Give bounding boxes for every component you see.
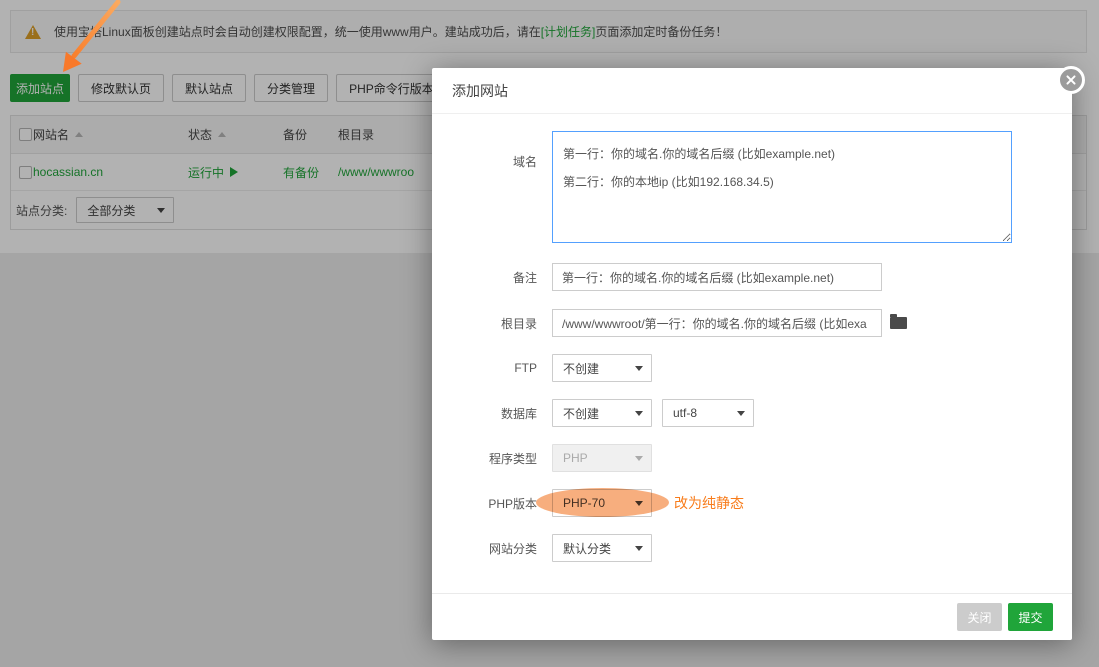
database-row: 数据库 不创建 utf-8 [432, 399, 1072, 427]
dialog-footer: 关闭 提交 [432, 593, 1072, 640]
domain-label: 域名 [432, 131, 537, 170]
program-type-label: 程序类型 [432, 450, 537, 467]
caret-down-icon [635, 546, 643, 551]
charset-select[interactable]: utf-8 [662, 399, 754, 427]
ftp-row: FTP 不创建 [432, 354, 1072, 382]
cancel-button[interactable]: 关闭 [957, 603, 1002, 631]
caret-down-icon [635, 411, 643, 416]
close-icon [1060, 69, 1082, 91]
dialog-body: 域名 第一行：你的域名.你的域名后缀 (比如example.net) 第二行：你… [432, 114, 1072, 562]
note-row: 备注 [432, 263, 1072, 291]
domain-row: 域名 第一行：你的域名.你的域名后缀 (比如example.net) 第二行：你… [432, 131, 1072, 243]
site-category-select[interactable]: 默认分类 [552, 534, 652, 562]
caret-down-icon [635, 456, 643, 461]
add-site-dialog: 添加网站 域名 第一行：你的域名.你的域名后缀 (比如example.net) … [432, 68, 1072, 640]
dialog-title: 添加网站 [452, 81, 508, 101]
caret-down-icon [737, 411, 745, 416]
caret-down-icon [635, 501, 643, 506]
ftp-select[interactable]: 不创建 [552, 354, 652, 382]
root-dir-row: 根目录 [432, 309, 1072, 337]
program-type-row: 程序类型 PHP [432, 444, 1072, 472]
php-version-label: PHP版本 [432, 495, 537, 512]
folder-icon[interactable] [890, 317, 907, 329]
php-version-row: PHP版本 PHP-70 改为纯静态 [432, 489, 1072, 517]
note-label: 备注 [432, 269, 537, 286]
caret-down-icon [635, 366, 643, 371]
submit-button[interactable]: 提交 [1008, 603, 1053, 631]
site-category-label: 网站分类 [432, 540, 537, 557]
close-button[interactable] [1057, 66, 1085, 94]
dialog-header: 添加网站 [432, 68, 1072, 114]
php-version-select[interactable]: PHP-70 [552, 489, 652, 517]
site-category-row: 网站分类 默认分类 [432, 534, 1072, 562]
ftp-label: FTP [432, 361, 537, 375]
php-note-annotation: 改为纯静态 [674, 493, 744, 513]
note-input[interactable] [552, 263, 882, 291]
database-select[interactable]: 不创建 [552, 399, 652, 427]
domain-input[interactable]: 第一行：你的域名.你的域名后缀 (比如example.net) 第二行：你的本地… [552, 131, 1012, 243]
root-dir-input[interactable] [552, 309, 882, 337]
program-type-select: PHP [552, 444, 652, 472]
database-label: 数据库 [432, 405, 537, 422]
root-dir-label: 根目录 [432, 315, 537, 332]
